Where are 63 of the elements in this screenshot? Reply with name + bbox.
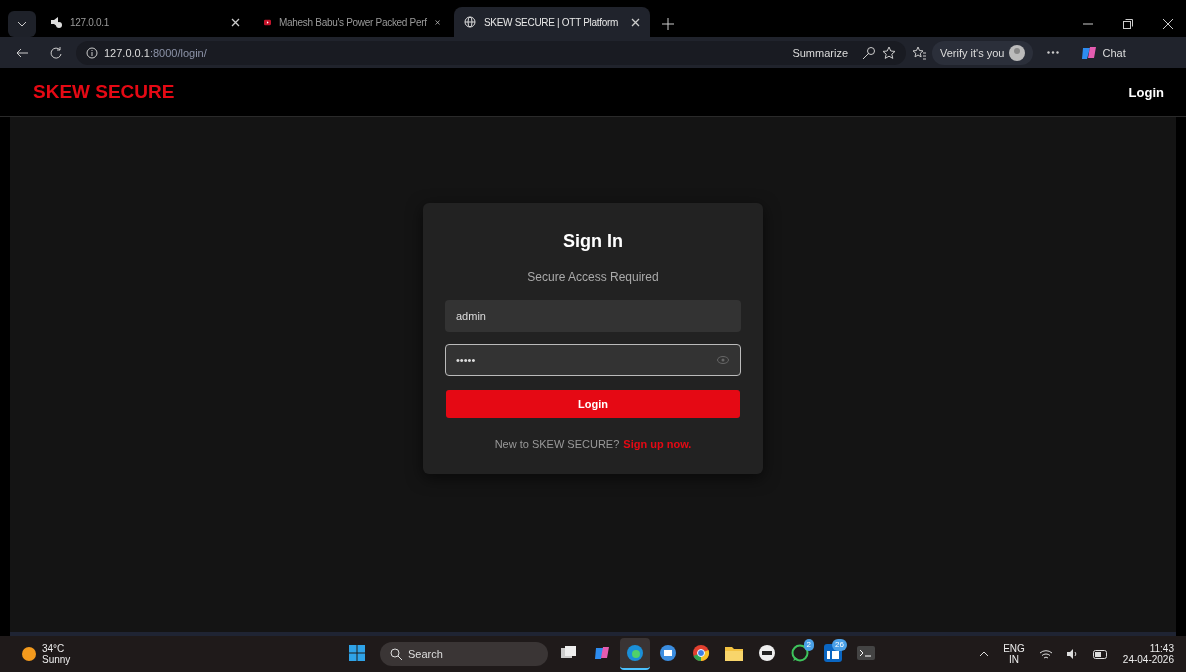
- chat-bubble-icon: [791, 644, 809, 662]
- video-icon: [264, 17, 272, 27]
- battery-icon: [1092, 649, 1109, 659]
- notification-badge: 26: [832, 639, 847, 651]
- news-icon: [758, 644, 776, 662]
- sign-in-title: Sign In: [563, 231, 623, 252]
- nav-login-link[interactable]: Login: [1128, 84, 1164, 100]
- sun-icon: [22, 647, 36, 661]
- back-arrow-icon: [16, 47, 28, 58]
- search-icon: [390, 648, 402, 660]
- taskbar-app[interactable]: [620, 638, 650, 670]
- star-icon: [882, 45, 896, 60]
- browser-tab[interactable]: SKEW SECURE | OTT Platform: [454, 7, 650, 37]
- restore-icon: [1123, 19, 1133, 29]
- volume-icon: [1066, 649, 1079, 659]
- language: ENG: [1003, 643, 1025, 654]
- mail-icon: [659, 644, 677, 662]
- avatar-icon: [1009, 44, 1026, 61]
- info-icon: [86, 46, 98, 59]
- key-icon: [862, 45, 876, 60]
- close-icon: [434, 17, 440, 27]
- username-field[interactable]: admin: [445, 300, 741, 332]
- eye-icon: [717, 356, 729, 364]
- taskbar-search[interactable]: Search: [380, 642, 548, 666]
- reload-icon: [50, 46, 62, 59]
- chat-button[interactable]: Chat: [1073, 40, 1134, 65]
- globe-icon: [464, 16, 476, 28]
- close-icon: [631, 17, 640, 27]
- notification-badge: 2: [803, 639, 814, 651]
- login-button[interactable]: Login: [446, 390, 740, 418]
- clock-date: 24-04-2026: [1122, 654, 1174, 665]
- temperature: 34°C: [42, 643, 65, 654]
- plus-icon: [662, 18, 674, 30]
- copilot-icon: [593, 644, 611, 662]
- browser-tab[interactable]: Mahesh Babu's Power Packed Perf: [254, 7, 450, 37]
- chevron-up-icon: [979, 651, 990, 657]
- windows-logo-icon: [349, 645, 365, 661]
- speaker-icon: [50, 16, 62, 28]
- windows-icon: [561, 646, 577, 660]
- more-icon: [1047, 51, 1060, 54]
- weather-condition: Sunny: [42, 654, 71, 665]
- chrome-icon: [692, 644, 710, 662]
- folder-icon: [725, 645, 743, 661]
- signup-prompt: New to SKEW SECURE?: [494, 438, 620, 450]
- address-bar[interactable]: 127.0.0.1:8000/login/ Summarize: [76, 40, 906, 65]
- password-field[interactable]: •••••: [445, 344, 741, 376]
- favorites-icon: [912, 45, 926, 60]
- browser-tab[interactable]: 127.0.0.1: [40, 7, 250, 37]
- close-icon: [1163, 19, 1173, 29]
- close-icon: [231, 17, 240, 27]
- wifi-icon: [1038, 649, 1053, 659]
- chevron-down-icon: [17, 21, 27, 27]
- brand-logo[interactable]: SKEW SECURE: [33, 81, 175, 103]
- clock-time: 11:43: [1149, 643, 1174, 654]
- minimize-icon: [1083, 23, 1093, 25]
- copilot-icon: [1081, 44, 1098, 61]
- edge-icon: [626, 644, 644, 662]
- summarize-button[interactable]: Summarize: [784, 40, 856, 65]
- region: IN: [1009, 654, 1019, 665]
- linkedin-icon: [824, 644, 842, 662]
- sign-in-subtitle: Secure Access Required: [527, 270, 659, 284]
- profile-button[interactable]: Verify it's you: [932, 40, 1034, 65]
- terminal-icon: [857, 646, 875, 660]
